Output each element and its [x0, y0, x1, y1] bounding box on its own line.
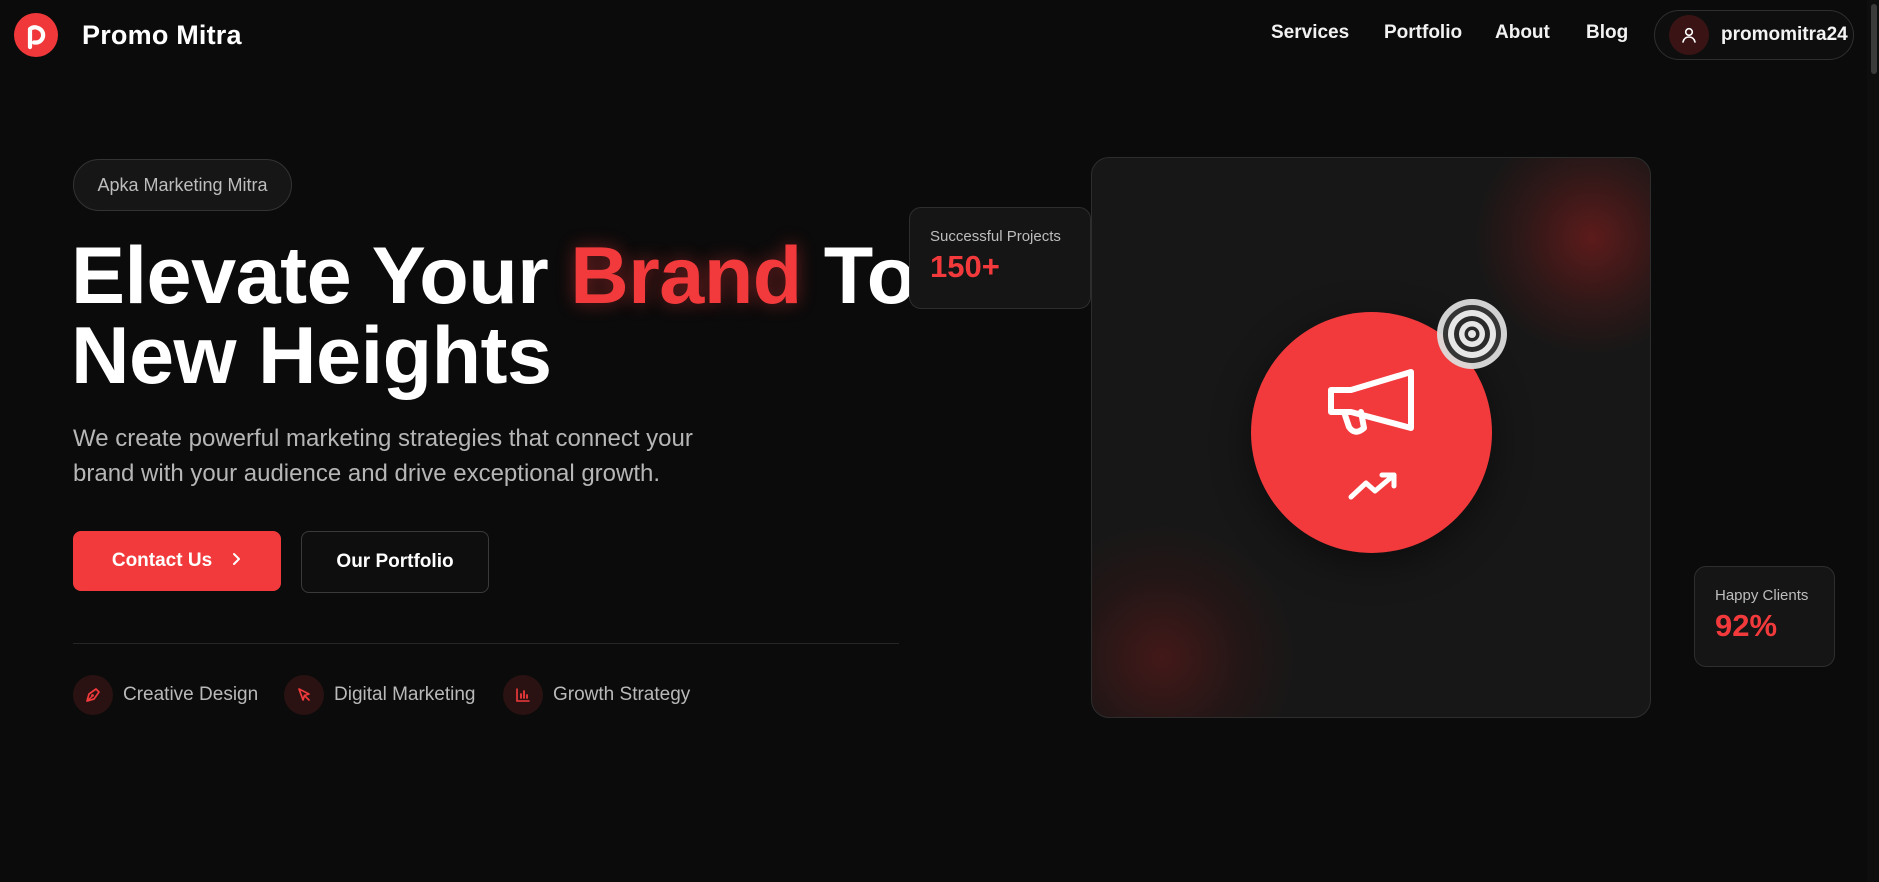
- stat-value: 92%: [1715, 608, 1778, 643]
- user-icon: [1669, 15, 1709, 55]
- our-portfolio-button[interactable]: Our Portfolio: [301, 531, 489, 593]
- nav-link-portfolio[interactable]: Portfolio: [1384, 22, 1462, 44]
- cursor-click-icon: [284, 675, 324, 715]
- stat-value: 150+: [930, 249, 1000, 284]
- nav-link-about[interactable]: About: [1495, 22, 1550, 44]
- top-nav: Promo Mitra Services Portfolio About Blo…: [0, 0, 1879, 70]
- hero-visual-card: [1091, 157, 1651, 718]
- stat-card-clients: Happy Clients 92%: [1694, 566, 1835, 667]
- headline-line2: New Heights: [71, 311, 552, 401]
- contact-us-label: Contact Us: [111, 550, 213, 571]
- pen-tool-icon: [73, 675, 113, 715]
- scrollbar-thumb[interactable]: [1871, 4, 1877, 74]
- feature-label: Creative Design: [123, 684, 259, 705]
- headline-part2: To: [801, 231, 916, 321]
- target-icon: [1433, 295, 1511, 378]
- scrollbar[interactable]: [1867, 0, 1879, 882]
- stat-label: Happy Clients: [1715, 587, 1809, 604]
- stat-label: Successful Projects: [930, 228, 1061, 245]
- brand-name: Promo Mitra: [82, 19, 242, 50]
- feature-item: Creative Design: [73, 675, 258, 715]
- page: Promo Mitra Services Portfolio About Blo…: [0, 0, 1879, 882]
- feature-item: Growth Strategy: [503, 675, 690, 715]
- user-name: promomitra24: [1721, 24, 1848, 45]
- nav-link-services[interactable]: Services: [1271, 22, 1349, 44]
- tagline-badge: Apka Marketing Mitra: [73, 159, 292, 211]
- divider: [73, 643, 899, 644]
- chevron-right-icon: [232, 550, 242, 572]
- user-menu-button[interactable]: promomitra24: [1654, 10, 1854, 60]
- feature-item: Digital Marketing: [284, 675, 476, 715]
- nav-link-blog[interactable]: Blog: [1586, 22, 1628, 44]
- contact-us-button[interactable]: Contact Us: [73, 531, 281, 591]
- feature-label: Growth Strategy: [553, 684, 691, 705]
- hero-headline: Elevate Your Brand To New Heights: [71, 236, 951, 397]
- headline-part1: Elevate Your: [71, 231, 571, 321]
- p-logo-icon: [14, 13, 58, 57]
- stat-card-projects: Successful Projects 150+: [909, 207, 1091, 309]
- feature-label: Digital Marketing: [334, 684, 476, 705]
- bar-chart-icon: [503, 675, 543, 715]
- trending-up-icon: [1348, 472, 1397, 500]
- headline-accent: Brand: [570, 231, 802, 321]
- hero-subtext: We create powerful marketing strategies …: [73, 425, 693, 487]
- brand-home-link[interactable]: Promo Mitra: [14, 13, 242, 57]
